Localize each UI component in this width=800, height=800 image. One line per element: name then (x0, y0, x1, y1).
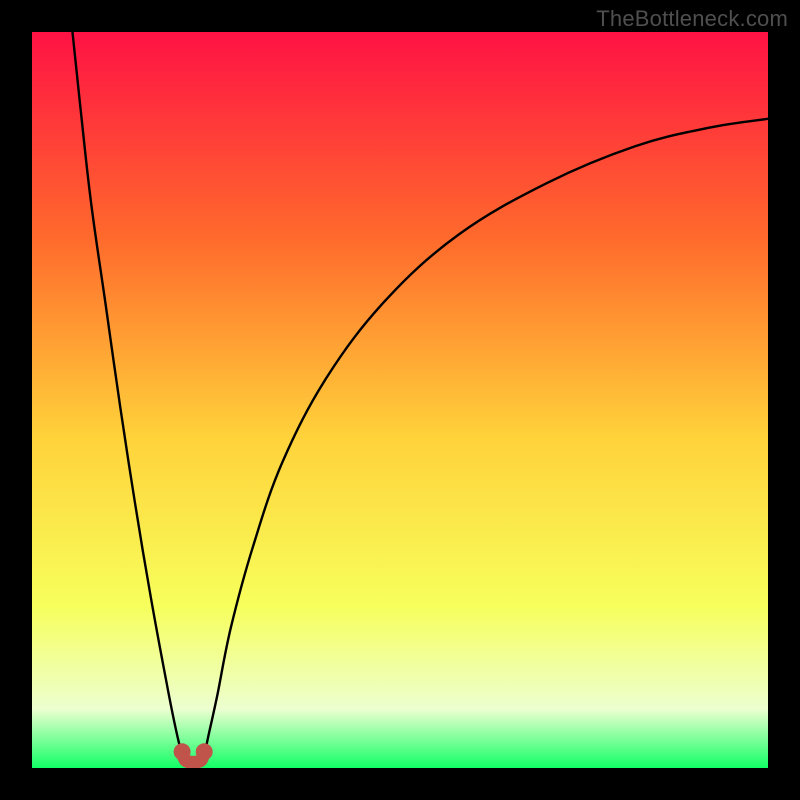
gradient-background (32, 32, 768, 768)
valley-marker-dot-0 (174, 743, 191, 760)
valley-marker-dot-1 (196, 743, 213, 760)
bottleneck-chart (32, 32, 768, 768)
chart-frame: TheBottleneck.com (0, 0, 800, 800)
watermark-text: TheBottleneck.com (596, 6, 788, 32)
plot-area (32, 32, 768, 768)
